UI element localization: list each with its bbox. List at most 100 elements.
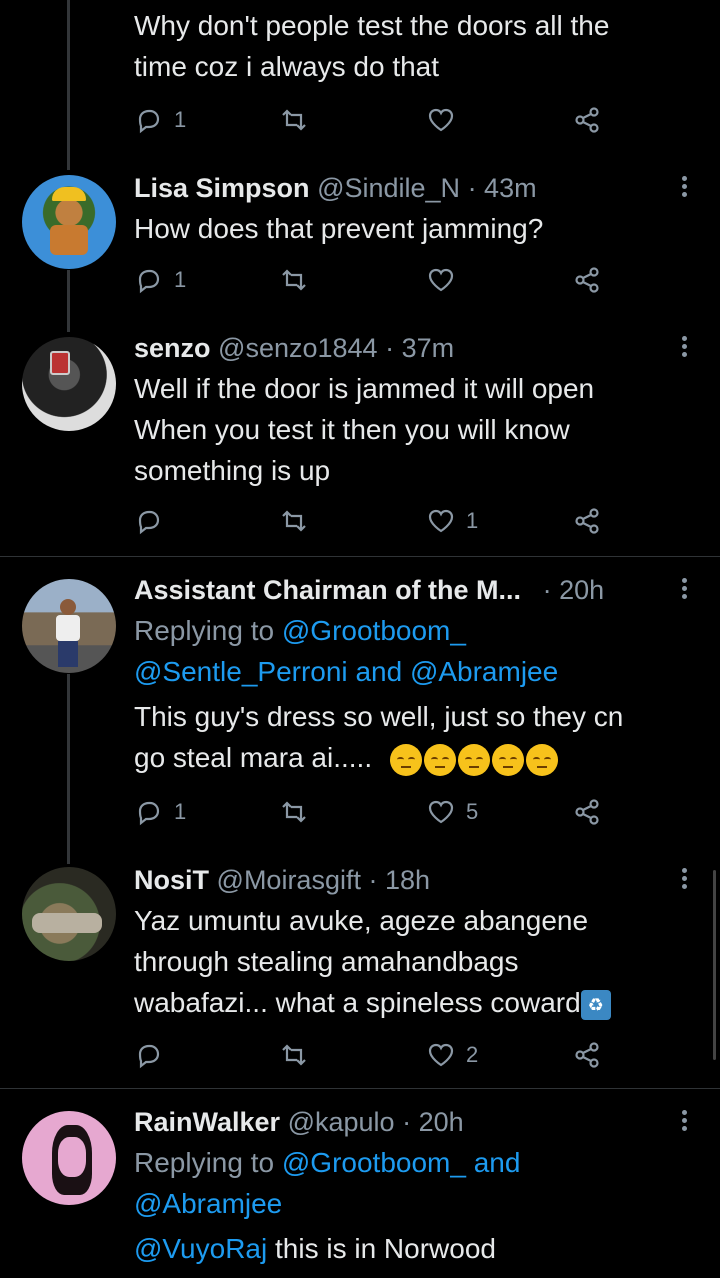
share-button[interactable] bbox=[572, 792, 602, 832]
reply-button[interactable] bbox=[134, 501, 164, 541]
heart-icon bbox=[428, 800, 454, 824]
user-handle[interactable]: @Sindile_N bbox=[317, 173, 460, 203]
more-icon[interactable] bbox=[674, 1107, 694, 1137]
retweet-button[interactable] bbox=[279, 792, 309, 832]
like-count: 1 bbox=[466, 508, 479, 533]
reply-icon bbox=[138, 109, 160, 134]
tweet-text-line: Yaz umuntu avuke, ageze abangene bbox=[134, 905, 589, 936]
tweet-header: RainWalker @kapulo · 20h bbox=[134, 1102, 680, 1142]
share-icon bbox=[575, 508, 599, 534]
retweet-button[interactable] bbox=[279, 501, 309, 541]
tweet-text-line: Well if the door is jammed it will open bbox=[134, 373, 595, 404]
tweet-text-line: time coz i always do that bbox=[134, 51, 440, 82]
tweet-text-line: something is up bbox=[134, 455, 331, 486]
tweet[interactable]: Lisa Simpson @Sindile_N · 43m How does t… bbox=[0, 165, 720, 315]
user-handle[interactable]: @senzo1844 bbox=[218, 333, 378, 363]
mention-link[interactable]: @Abramjee bbox=[134, 1188, 282, 1219]
heart-icon bbox=[428, 1043, 454, 1067]
user-handle[interactable]: @kapulo bbox=[288, 1107, 395, 1137]
reply-button[interactable]: 1 bbox=[134, 260, 186, 300]
scrollbar[interactable] bbox=[713, 870, 716, 1060]
tweet-text-line: How does that prevent jamming? bbox=[134, 213, 544, 244]
reply-count: 1 bbox=[174, 107, 187, 132]
tweet-text-line: Why don't people test the doors all the bbox=[134, 10, 610, 41]
like-button[interactable] bbox=[426, 260, 456, 300]
retweet-icon bbox=[282, 510, 306, 532]
share-button[interactable] bbox=[572, 501, 602, 541]
tweet[interactable]: senzo @senzo1844 · 37m Well if the door … bbox=[0, 325, 720, 555]
litter-icon: ♻ bbox=[580, 989, 611, 1020]
timestamp[interactable]: · 43m bbox=[468, 173, 537, 203]
timestamp[interactable]: · 37m bbox=[385, 333, 454, 363]
avatar[interactable] bbox=[22, 1111, 116, 1205]
tweet-text: go steal mara ai..... bbox=[134, 742, 373, 773]
share-icon bbox=[575, 267, 599, 293]
tweet-header: Assistant Chairman of the M... · 20h bbox=[134, 570, 680, 610]
divider bbox=[0, 1088, 720, 1089]
like-count: 5 bbox=[466, 799, 479, 824]
share-button[interactable] bbox=[572, 1035, 602, 1075]
mention-link[interactable]: @VuyoRaj bbox=[134, 1233, 267, 1264]
more-icon[interactable] bbox=[674, 333, 694, 363]
tweet-text-line: @VuyoRaj this is in Norwood bbox=[134, 1228, 680, 1269]
replying-to: Replying to @Grootboom_ bbox=[134, 610, 680, 651]
tweet-header: Lisa Simpson @Sindile_N · 43m bbox=[134, 168, 680, 208]
retweet-button[interactable] bbox=[279, 260, 309, 300]
like-button[interactable]: 2 bbox=[426, 1035, 478, 1075]
replying-label: Replying to bbox=[134, 615, 275, 646]
more-icon[interactable] bbox=[674, 173, 694, 203]
like-button[interactable]: 5 bbox=[426, 792, 478, 832]
avatar[interactable] bbox=[22, 175, 116, 269]
retweet-icon bbox=[282, 1044, 306, 1066]
tweet-text: wabafazi... what a spineless coward bbox=[134, 987, 581, 1018]
tweet-header: senzo @senzo1844 · 37m bbox=[134, 328, 680, 368]
timestamp[interactable]: · 20h bbox=[543, 575, 605, 605]
timestamp[interactable]: · 20h bbox=[402, 1107, 464, 1137]
tweet-text-line: This guy's dress so well, just so they c… bbox=[134, 701, 624, 732]
display-name[interactable]: RainWalker bbox=[134, 1107, 280, 1137]
share-button[interactable] bbox=[572, 100, 602, 140]
mention-link[interactable]: @Sentle_Perroni bbox=[134, 656, 348, 687]
mention-link[interactable]: @Abramjee bbox=[410, 656, 558, 687]
more-icon[interactable] bbox=[674, 575, 694, 605]
reply-button[interactable]: 1 bbox=[134, 792, 186, 832]
like-button[interactable]: 1 bbox=[426, 501, 478, 541]
reply-icon bbox=[138, 269, 160, 294]
replying-label: Replying to bbox=[134, 1147, 275, 1178]
like-button[interactable] bbox=[426, 100, 456, 140]
timestamp[interactable]: · 18h bbox=[369, 865, 431, 895]
heart-icon bbox=[428, 509, 454, 533]
display-name[interactable]: Lisa Simpson bbox=[134, 173, 310, 203]
retweet-icon bbox=[282, 109, 306, 131]
tweet-text-line: through stealing amahandbags bbox=[134, 946, 519, 977]
display-name[interactable]: Assistant Chairman of the M... bbox=[134, 575, 521, 605]
mention-link[interactable]: @Grootboom_ and bbox=[282, 1147, 521, 1178]
display-name[interactable]: NosiT bbox=[134, 865, 209, 895]
tweet[interactable]: RainWalker @kapulo · 20h Replying to @Gr… bbox=[0, 1099, 720, 1278]
user-handle[interactable]: @Moirasgift bbox=[217, 865, 361, 895]
mention-link[interactable]: @Grootboom_ bbox=[282, 615, 466, 646]
replying-to: Replying to @Grootboom_ and bbox=[134, 1142, 680, 1183]
reply-button[interactable]: 1 bbox=[134, 100, 186, 140]
tweet[interactable]: Assistant Chairman of the M... · 20h Rep… bbox=[0, 567, 720, 837]
retweet-button[interactable] bbox=[279, 100, 309, 140]
avatar[interactable] bbox=[22, 867, 116, 961]
retweet-icon bbox=[282, 269, 306, 291]
share-button[interactable] bbox=[572, 260, 602, 300]
reply-button[interactable] bbox=[134, 1035, 164, 1075]
retweet-button[interactable] bbox=[279, 1035, 309, 1075]
reply-icon bbox=[138, 1044, 160, 1069]
retweet-icon bbox=[282, 801, 306, 823]
avatar[interactable] bbox=[22, 579, 116, 673]
reply-count: 1 bbox=[174, 799, 187, 824]
tweet-text: this is in Norwood bbox=[267, 1233, 496, 1264]
more-icon[interactable] bbox=[674, 865, 694, 895]
share-icon bbox=[575, 1042, 599, 1068]
replying-and: and bbox=[355, 656, 403, 687]
avatar[interactable] bbox=[22, 337, 116, 431]
tweet-text-line: go steal mara ai..... bbox=[134, 737, 680, 778]
tweet[interactable]: Why don't people test the doors all the … bbox=[0, 0, 720, 150]
display-name[interactable]: senzo bbox=[134, 333, 211, 363]
heart-icon bbox=[428, 108, 454, 132]
tweet[interactable]: NosiT @Moirasgift · 18h Yaz umuntu avuke… bbox=[0, 857, 720, 1087]
